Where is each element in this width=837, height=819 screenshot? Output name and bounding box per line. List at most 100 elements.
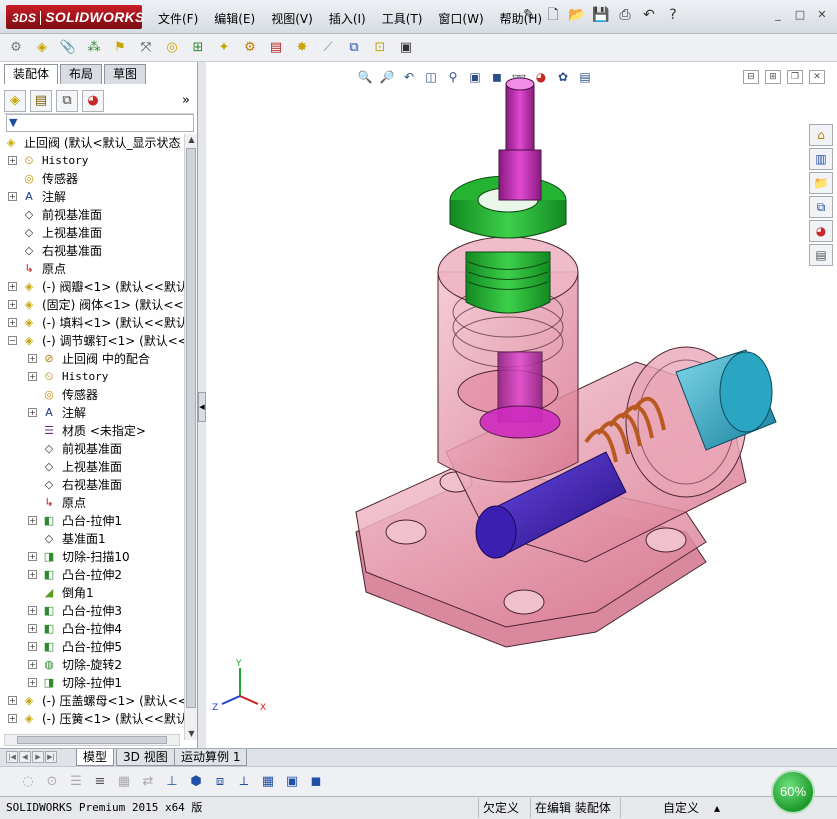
tree-item[interactable]: + ◈ (-) 压盖螺母<1> (默认<< — [0, 692, 184, 710]
tree-item[interactable]: + ⏲ History — [0, 368, 184, 386]
new-part-icon[interactable]: ◈ — [32, 38, 52, 58]
tab-3d-views[interactable]: 3D 视图 — [116, 749, 175, 766]
property-manager-icon[interactable]: ▤ — [30, 89, 52, 112]
expand-icon[interactable]: + — [8, 300, 17, 309]
clearance-verification-icon[interactable]: ⊡ — [370, 38, 390, 58]
units-selector[interactable]: 自定义 — [620, 798, 703, 818]
menu-window[interactable]: 窗口(W) — [430, 8, 491, 29]
filter-icon[interactable]: ▼ — [9, 116, 17, 129]
expand-icon[interactable]: + — [8, 714, 17, 723]
tree-item[interactable]: + ◈ (-) 阀瓣<1> (默认<<默认 — [0, 278, 184, 296]
maximize-button[interactable]: □ — [791, 8, 809, 24]
smart-fastener-icon[interactable]: ⚑ — [110, 38, 130, 58]
tree-item[interactable]: + ◧ 凸台-拉伸5 — [0, 638, 184, 656]
tree-item[interactable]: ◇ 右视基准面 — [0, 476, 184, 494]
expand-icon[interactable]: + — [28, 516, 37, 525]
pin-icon[interactable]: ✎ — [520, 6, 538, 24]
tree-item[interactable]: ◇ 前视基准面 — [0, 440, 184, 458]
expand-icon[interactable]: + — [28, 678, 37, 687]
display-style-icon[interactable]: ⬢ — [186, 772, 206, 792]
tree-item[interactable]: + ◧ 凸台-拉伸1 — [0, 512, 184, 530]
panel-splitter[interactable]: ◀ — [198, 62, 206, 748]
tree-item[interactable]: + ◧ 凸台-拉伸2 — [0, 566, 184, 584]
mirror-icon[interactable]: ⇄ — [138, 772, 158, 792]
save-view-icon[interactable]: ▣ — [282, 772, 302, 792]
help-icon[interactable]: ? — [664, 6, 682, 24]
tree-item[interactable]: + ◍ 切除-旋转2 — [0, 656, 184, 674]
isometric-view-icon[interactable]: ⧈ — [210, 772, 230, 792]
tree-item[interactable]: ◇ 右视基准面 — [0, 242, 184, 260]
bill-of-materials-icon[interactable]: ▤ — [266, 38, 286, 58]
tree-item[interactable]: + ◧ 凸台-拉伸4 — [0, 620, 184, 638]
tree-item[interactable]: ☰ 材质 <未指定> — [0, 422, 184, 440]
tree-item[interactable]: ◇ 上视基准面 — [0, 224, 184, 242]
instant3d-icon[interactable]: ▣ — [396, 38, 416, 58]
collapse-icon[interactable]: − — [8, 336, 17, 345]
tree-item[interactable]: + ◈ (-) 压簧<1> (默认<<默认 — [0, 710, 184, 728]
next-tab-arrow[interactable]: ▶ — [32, 751, 44, 763]
tree-item[interactable]: ◇ 基准面1 — [0, 530, 184, 548]
save-icon[interactable]: 💾 — [592, 6, 610, 24]
expand-icon[interactable]: + — [28, 624, 37, 633]
valve-assembly-model[interactable]: Y X Z — [206, 62, 837, 748]
expand-icon[interactable]: + — [28, 606, 37, 615]
expand-icon[interactable]: + — [8, 192, 17, 201]
solidworks-logo[interactable]: 3DS SOLIDWORKS — [6, 5, 144, 29]
more-managers-icon[interactable]: » — [182, 93, 190, 108]
first-tab-arrow[interactable]: |◀ — [6, 751, 18, 763]
tab-sketch[interactable]: 草图 — [104, 64, 147, 84]
expand-icon[interactable]: + — [8, 156, 17, 165]
minimize-button[interactable]: _ — [769, 8, 787, 24]
scroll-down-arrow[interactable]: ▼ — [185, 728, 198, 740]
linear-pattern-icon[interactable]: ⁂ — [84, 38, 104, 58]
shaded-with-edges-icon[interactable]: ◼ — [306, 772, 326, 792]
expand-icon[interactable]: + — [8, 282, 17, 291]
tree-item[interactable]: ◎ 传感器 — [0, 386, 184, 404]
assembly-features-icon[interactable]: ⊞ — [188, 38, 208, 58]
smart-dimension-icon[interactable]: ⊙ — [42, 772, 62, 792]
tree-item[interactable]: ◎ 传感器 — [0, 170, 184, 188]
scroll-thumb[interactable] — [186, 148, 196, 708]
normal-to-icon[interactable]: ⟂ — [234, 772, 254, 792]
scroll-up-arrow[interactable]: ▲ — [185, 134, 198, 146]
new-motion-study-icon[interactable]: ⚙ — [240, 38, 260, 58]
interference-detection-icon[interactable]: ⧉ — [344, 38, 364, 58]
tree-item[interactable]: ◇ 上视基准面 — [0, 458, 184, 476]
open-folder-icon[interactable]: 📂 — [568, 6, 586, 24]
exploded-view-icon[interactable]: ✸ — [292, 38, 312, 58]
tree-item[interactable]: + ◈ (-) 填料<1> (默认<<默认 — [0, 314, 184, 332]
tree-item[interactable]: ◈ 止回阀 (默认<默认_显示状态 — [0, 134, 184, 152]
performance-badge[interactable]: 60% — [771, 770, 815, 814]
tree-item[interactable]: + ⏲ History — [0, 152, 184, 170]
hscroll-thumb[interactable] — [17, 736, 167, 744]
expand-icon[interactable]: + — [28, 552, 37, 561]
expand-icon[interactable]: + — [28, 372, 37, 381]
expand-icon[interactable]: + — [8, 318, 17, 327]
baseline-dimension-icon[interactable]: ⊥ — [162, 772, 182, 792]
tree-item[interactable]: ◇ 前视基准面 — [0, 206, 184, 224]
expand-icon[interactable]: + — [28, 660, 37, 669]
display-manager-icon[interactable]: ◕ — [82, 89, 104, 112]
tab-assembly[interactable]: 装配体 — [4, 64, 59, 84]
new-document-icon[interactable]: 🗋 — [544, 6, 562, 24]
tree-item[interactable]: + ◨ 切除-扫描10 — [0, 548, 184, 566]
tree-item[interactable]: ◢ 倒角1 — [0, 584, 184, 602]
tab-layout[interactable]: 布局 — [60, 64, 103, 84]
expand-icon[interactable]: + — [28, 354, 37, 363]
units-caret-icon[interactable]: ▴ — [710, 798, 724, 818]
collapse-panel-icon[interactable]: ◀ — [198, 392, 206, 422]
tab-motion-study[interactable]: 运动算例 1 — [174, 749, 248, 766]
table-icon[interactable]: ▦ — [258, 772, 278, 792]
feature-manager-icon[interactable]: ◈ — [4, 89, 26, 112]
tree-vertical-scrollbar[interactable]: ▲ ▼ — [184, 134, 197, 740]
menu-tools[interactable]: 工具(T) — [374, 8, 431, 29]
expand-icon[interactable]: + — [28, 642, 37, 651]
mate-icon[interactable]: 📎 — [58, 38, 78, 58]
explode-line-sketch-icon[interactable]: ⟋ — [318, 38, 338, 58]
move-component-icon[interactable]: ⤧ — [136, 38, 156, 58]
tree-item[interactable]: + ⊘ 止回阀 中的配合 — [0, 350, 184, 368]
undo-icon[interactable]: ↶ — [640, 6, 658, 24]
tree-horizontal-scrollbar[interactable] — [4, 734, 180, 746]
prev-tab-arrow[interactable]: ◀ — [19, 751, 31, 763]
close-button[interactable]: ✕ — [813, 8, 831, 24]
